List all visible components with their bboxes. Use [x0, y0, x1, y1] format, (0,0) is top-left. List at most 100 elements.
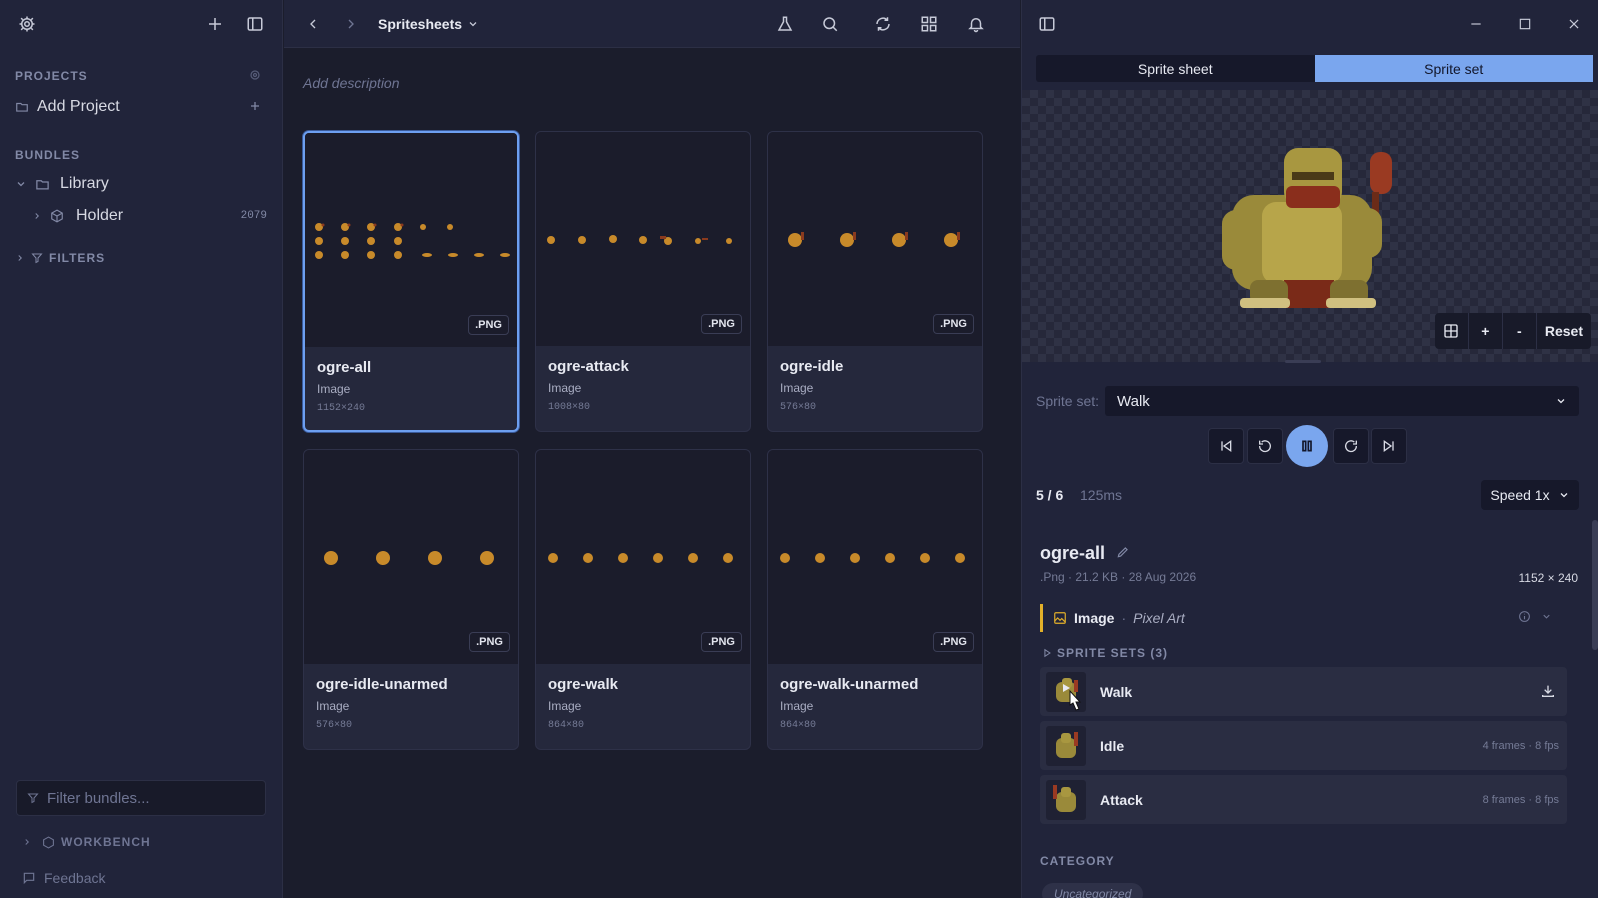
info-icon[interactable]: [1514, 606, 1534, 626]
add-project-label: Add Project: [37, 98, 120, 115]
card-dimensions: 864×80: [780, 720, 817, 731]
projects-section-label: PROJECTS: [15, 69, 88, 83]
png-badge: .PNG: [933, 314, 974, 334]
image-icon: [1054, 612, 1066, 624]
card-dimensions: 1152×240: [317, 403, 366, 414]
filter-icon: [27, 793, 39, 804]
card-title: ogre-idle-unarmed: [316, 676, 448, 693]
tab-sprite-sheet[interactable]: Sprite sheet: [1036, 55, 1315, 82]
card-title: ogre-all: [317, 359, 372, 376]
workbench-label: WORKBENCH: [61, 835, 151, 849]
grid-view-icon[interactable]: [916, 11, 942, 37]
folder-icon: [16, 102, 28, 112]
card-dimensions: 576×80: [316, 720, 353, 731]
holder-count: 2079: [240, 210, 267, 222]
step-forward-button[interactable]: [1333, 428, 1369, 464]
add-project-item[interactable]: Add Project: [15, 96, 120, 118]
sidebar-item-holder[interactable]: Holder 2079: [32, 205, 272, 227]
breadcrumb-dropdown[interactable]: Spritesheets: [378, 16, 479, 32]
sprite-preview-canvas[interactable]: + - Reset: [1022, 90, 1598, 362]
sprite-set-select[interactable]: Walk: [1105, 386, 1579, 416]
filters-label: FILTERS: [49, 251, 106, 265]
pause-button[interactable]: [1286, 425, 1328, 467]
forward-chevron-icon[interactable]: [338, 11, 364, 37]
refresh-icon[interactable]: [870, 11, 896, 37]
filter-bundles-input[interactable]: [47, 789, 247, 807]
ogre-thumbnail-icon: [1056, 731, 1078, 758]
card-title: ogre-walk-unarmed: [780, 676, 919, 693]
sprite-sets-label: SPRITE SETS (3): [1057, 646, 1169, 660]
asset-card-ogre-all[interactable]: .PNG ogre-all Image 1152×240: [303, 131, 519, 432]
category-chip[interactable]: Uncategorized: [1042, 883, 1144, 898]
add-plus-icon[interactable]: [202, 11, 228, 37]
panel-scrollbar[interactable]: [1592, 520, 1598, 650]
speed-select[interactable]: Speed 1x: [1481, 480, 1579, 510]
holder-label: Holder: [76, 207, 124, 224]
grid-icon: [1444, 324, 1459, 338]
feedback-link[interactable]: Feedback: [22, 869, 105, 887]
zoom-reset-button[interactable]: Reset: [1537, 313, 1591, 349]
mouse-pointer-icon: [1069, 689, 1082, 711]
asset-card-ogre-attack[interactable]: .PNG ogre-attack Image 1008×80: [535, 131, 751, 432]
back-chevron-icon[interactable]: [300, 11, 326, 37]
sidebar-item-library[interactable]: Library: [15, 173, 109, 195]
png-badge: .PNG: [468, 315, 509, 335]
card-type: Image: [780, 699, 814, 713]
skip-back-icon: [1221, 440, 1232, 452]
asset-card-ogre-idle[interactable]: .PNG ogre-idle Image 576×80: [767, 131, 983, 432]
set-meta: 8 frames · 8 fps: [1482, 793, 1559, 806]
sprite-set-row-attack[interactable]: Attack 8 frames · 8 fps: [1040, 775, 1567, 824]
resize-handle[interactable]: [1285, 360, 1321, 363]
set-thumbnail: [1046, 779, 1086, 820]
set-meta: 4 frames · 8 fps: [1482, 739, 1559, 752]
kind-row: Image · Pixel Art: [1053, 610, 1185, 626]
card-title: ogre-walk: [548, 676, 619, 693]
card-dimensions: 864×80: [548, 720, 585, 731]
rotate-ccw-icon: [1258, 440, 1271, 453]
close-icon[interactable]: [1561, 11, 1587, 37]
card-type: Image: [548, 381, 582, 395]
maximize-icon[interactable]: [1512, 11, 1538, 37]
tab-sprite-set[interactable]: Sprite set: [1314, 55, 1593, 82]
chevron-down-icon: [1560, 493, 1568, 498]
asset-card-ogre-walk-unarmed[interactable]: .PNG ogre-walk-unarmed Image 864×80: [767, 449, 983, 750]
toggle-panel-icon[interactable]: [1034, 11, 1060, 37]
filter-bundles-field[interactable]: [16, 780, 266, 816]
last-frame-button[interactable]: [1371, 428, 1407, 464]
first-frame-button[interactable]: [1208, 428, 1244, 464]
card-title: ogre-idle: [780, 358, 844, 375]
library-label: Library: [60, 175, 109, 192]
chevron-right-icon: [18, 255, 22, 261]
add-project-plus-icon[interactable]: [243, 94, 267, 118]
frame-counter: 5 / 6: [1036, 487, 1064, 503]
breadcrumb-title: Spritesheets: [378, 16, 463, 32]
toggle-sidebar-icon[interactable]: [242, 11, 268, 37]
workbench-section[interactable]: WORKBENCH: [22, 834, 151, 850]
asset-card-ogre-idle-unarmed[interactable]: .PNG ogre-idle-unarmed Image 576×80: [303, 449, 519, 750]
edit-pencil-icon[interactable]: [1112, 541, 1134, 563]
sprite-sets-toggle[interactable]: SPRITE SETS (3): [1042, 646, 1168, 660]
flask-icon[interactable]: [772, 11, 798, 37]
filters-section[interactable]: FILTERS: [15, 249, 105, 267]
fit-grid-button[interactable]: [1435, 313, 1469, 349]
sprite-set-row-walk[interactable]: Walk: [1040, 667, 1567, 716]
zoom-out-button[interactable]: -: [1503, 313, 1537, 349]
projects-settings-icon[interactable]: [243, 63, 267, 87]
sprite-set-row-idle[interactable]: Idle 4 frames · 8 fps: [1040, 721, 1567, 770]
png-badge: .PNG: [701, 314, 742, 334]
settings-gear-icon[interactable]: [14, 11, 40, 37]
zoom-in-button[interactable]: +: [1469, 313, 1503, 349]
skip-forward-icon: [1383, 440, 1394, 452]
search-icon[interactable]: [817, 11, 843, 37]
minimize-icon[interactable]: [1463, 11, 1489, 37]
bell-icon[interactable]: [963, 11, 989, 37]
chevron-down-icon: [17, 182, 25, 187]
asset-card-ogre-walk[interactable]: .PNG ogre-walk Image 864×80: [535, 449, 751, 750]
description-placeholder[interactable]: Add description: [303, 75, 400, 91]
file-dimensions: 1152 × 240: [1518, 571, 1578, 585]
cube-icon: [51, 209, 63, 223]
folder-open-icon: [36, 179, 49, 189]
download-icon[interactable]: [1535, 678, 1561, 704]
step-back-button[interactable]: [1247, 428, 1283, 464]
chevron-down-icon[interactable]: [1536, 606, 1556, 626]
